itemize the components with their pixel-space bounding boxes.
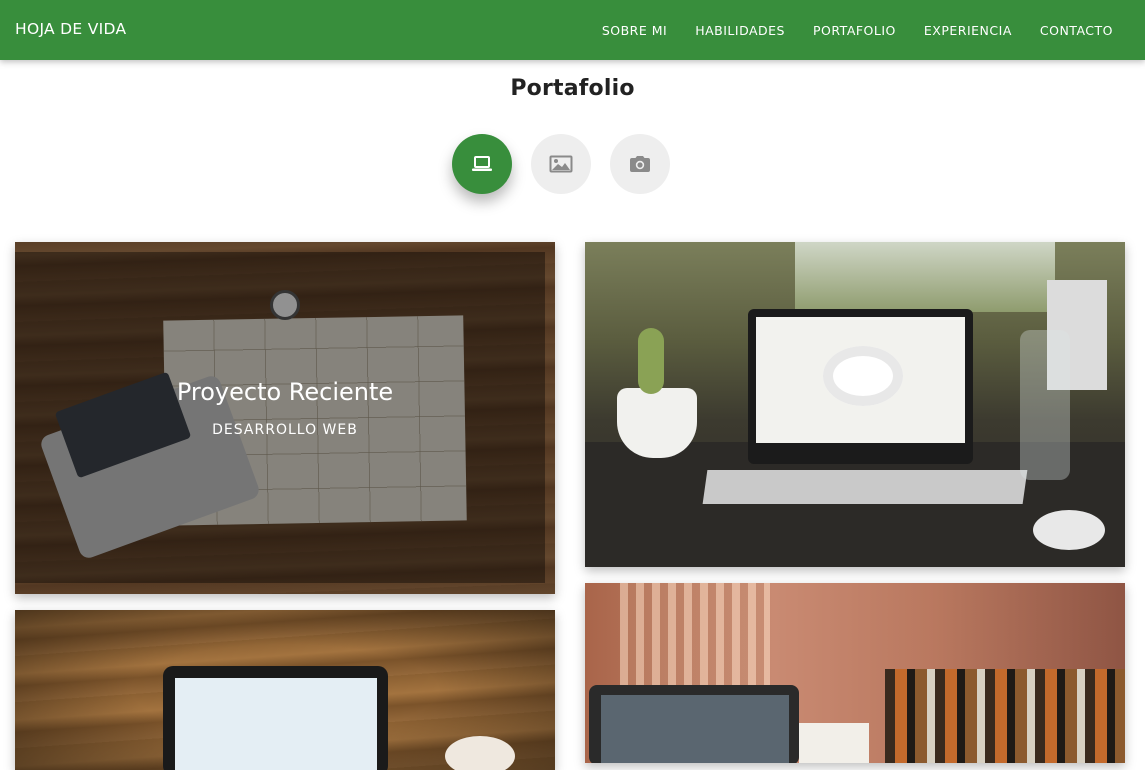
card-image-cup (445, 736, 515, 770)
section-title: Portafolio (510, 76, 635, 101)
card-hover-overlay (15, 252, 545, 583)
card-title: Proyecto Reciente (176, 378, 394, 406)
card-image-screen (601, 695, 789, 763)
card-category: DESARROLLO WEB (212, 422, 358, 438)
nav-link-contacto[interactable]: CONTACTO (1040, 23, 1113, 38)
filter-design-button[interactable] (531, 134, 591, 194)
portfolio-card-4[interactable] (585, 583, 1125, 763)
filter-photo-button[interactable] (610, 134, 670, 194)
portfolio-card-3[interactable] (15, 610, 555, 770)
card-image-bottle (1020, 330, 1070, 480)
nav-link-portafolio[interactable]: PORTAFOLIO (813, 23, 896, 38)
card-image-cactus (638, 328, 664, 394)
card-image-screen (175, 678, 377, 770)
card-image-window (795, 242, 1055, 312)
nav-link-habilidades[interactable]: HABILIDADES (695, 23, 785, 38)
nav-menu: SOBRE MI HABILIDADES PORTAFOLIO EXPERIEN… (602, 0, 1113, 60)
portfolio-card-1[interactable]: Proyecto Reciente DESARROLLO WEB (15, 242, 555, 594)
card-image-calendar (799, 723, 869, 763)
top-navbar: HOJA DE VIDA SOBRE MI HABILIDADES PORTAF… (0, 0, 1145, 60)
nav-link-experiencia[interactable]: EXPERIENCIA (924, 23, 1012, 38)
card-image-laptop-base (702, 470, 1028, 504)
filter-web-button[interactable] (452, 134, 512, 194)
card-image-plate (823, 346, 903, 406)
camera-icon (630, 156, 650, 172)
card-image-books (885, 669, 1125, 763)
laptop-icon (472, 156, 492, 171)
card-image-mouse (1033, 510, 1105, 550)
brand-link[interactable]: HOJA DE VIDA (15, 0, 126, 60)
nav-link-sobre-mi[interactable]: SOBRE MI (602, 23, 667, 38)
card-image-pot (617, 388, 697, 458)
portfolio-filters (0, 134, 1145, 194)
image-icon (549, 155, 573, 173)
portfolio-card-2[interactable] (585, 242, 1125, 567)
